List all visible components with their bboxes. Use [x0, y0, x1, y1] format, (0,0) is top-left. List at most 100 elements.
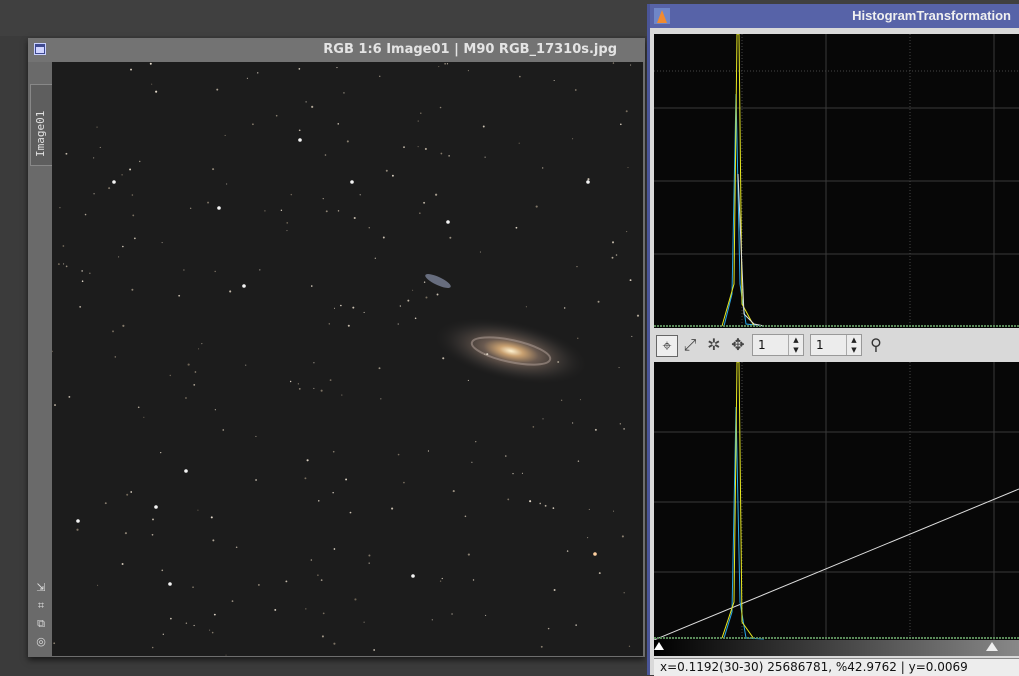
histogram-window[interactable]: HistogramTransformation ⌖ ⤢ ✲ ✥ 1 ▲ ▼ 1 ▲ ▼ …	[647, 4, 1019, 676]
star	[214, 409, 216, 411]
star	[317, 574, 319, 576]
star	[130, 68, 132, 71]
zoom-fit-icon[interactable]: ⤢	[680, 335, 700, 355]
star	[235, 546, 238, 549]
star	[184, 469, 188, 473]
star	[547, 627, 550, 630]
star	[131, 288, 134, 291]
star	[427, 450, 430, 452]
star	[225, 654, 227, 656]
star	[54, 404, 56, 407]
star	[161, 569, 164, 572]
image-window[interactable]: RGB 1:6 Image01 | M90 RGB_17310s.jpg Ima…	[28, 38, 645, 657]
star	[197, 509, 199, 511]
star	[201, 343, 203, 345]
star	[321, 635, 324, 638]
star	[306, 459, 309, 462]
star	[572, 422, 574, 424]
star	[222, 429, 225, 431]
histogram-title-bar[interactable]: HistogramTransformation	[650, 4, 1019, 28]
star	[535, 205, 538, 208]
star	[374, 257, 376, 259]
star	[486, 353, 489, 356]
star	[332, 492, 334, 494]
star	[93, 193, 95, 195]
star	[231, 600, 234, 603]
shrink-icon[interactable]: ✲	[704, 335, 724, 355]
zoom-icon[interactable]: ⚲	[866, 335, 886, 355]
star	[274, 608, 277, 611]
star	[118, 256, 120, 258]
star	[214, 270, 216, 273]
star	[334, 307, 336, 309]
star	[411, 574, 415, 578]
shadows-handle[interactable]	[654, 642, 664, 650]
star	[170, 617, 172, 620]
star	[368, 554, 371, 557]
star	[213, 613, 216, 616]
star	[626, 231, 628, 233]
pan-icon[interactable]: ✥	[728, 335, 748, 355]
star	[444, 63, 446, 65]
star	[97, 584, 99, 586]
star	[575, 624, 577, 626]
star	[420, 112, 422, 115]
star	[539, 502, 542, 505]
star	[198, 348, 200, 350]
histogram-plot-upper[interactable]	[654, 34, 1019, 328]
star	[143, 416, 145, 418]
star	[507, 498, 510, 501]
star	[373, 649, 376, 651]
star	[350, 180, 354, 184]
star	[542, 418, 544, 420]
clone-icon[interactable]: ⧉	[34, 615, 48, 633]
target-icon[interactable]: ◎	[34, 633, 48, 651]
star	[354, 598, 357, 601]
star	[129, 168, 132, 171]
star	[341, 394, 343, 396]
star	[313, 362, 315, 364]
star	[629, 279, 632, 282]
star	[441, 577, 443, 580]
star	[452, 490, 455, 493]
astro-image[interactable]	[51, 62, 643, 656]
star	[328, 323, 331, 325]
crosshair-icon[interactable]: ⌖	[656, 335, 678, 357]
star	[464, 515, 467, 518]
star	[79, 305, 82, 308]
star	[485, 614, 487, 616]
star	[289, 380, 292, 383]
histogram-toolbar: ⌖ ⤢ ✲ ✥ 1 ▲ ▼ 1 ▲ ▼ ⚲	[654, 332, 1014, 360]
star	[353, 216, 356, 220]
star	[189, 207, 192, 210]
image-title-bar[interactable]: RGB 1:6 Image01 | M90 RGB_17310s.jpg	[28, 38, 645, 62]
star	[431, 619, 433, 621]
highlights-handle[interactable]	[986, 642, 998, 651]
zoom-y-spinbox[interactable]: 1 ▲ ▼	[810, 334, 862, 356]
star	[313, 387, 315, 389]
star	[349, 511, 352, 514]
view-tab-image01[interactable]: Image01	[30, 84, 52, 166]
star	[89, 272, 91, 274]
zoom-x-spinbox[interactable]: 1 ▲ ▼	[752, 334, 804, 356]
star	[391, 174, 394, 177]
fit-icon[interactable]: ⌗	[34, 597, 48, 615]
histogram-plot-lower[interactable]	[654, 362, 1019, 640]
star	[345, 478, 348, 481]
transfer-curve	[654, 488, 1019, 640]
star	[193, 624, 195, 627]
star	[329, 379, 332, 382]
window-icon[interactable]	[34, 43, 46, 55]
star	[435, 193, 438, 196]
star	[611, 241, 615, 244]
star	[133, 237, 136, 240]
resize-icon[interactable]: ⇲	[34, 579, 48, 597]
star	[193, 383, 196, 386]
gradient-bar[interactable]	[654, 640, 1019, 656]
star	[368, 227, 370, 229]
star	[471, 461, 473, 463]
star	[290, 193, 293, 196]
star	[112, 330, 114, 333]
star	[385, 169, 388, 172]
star	[131, 194, 134, 196]
